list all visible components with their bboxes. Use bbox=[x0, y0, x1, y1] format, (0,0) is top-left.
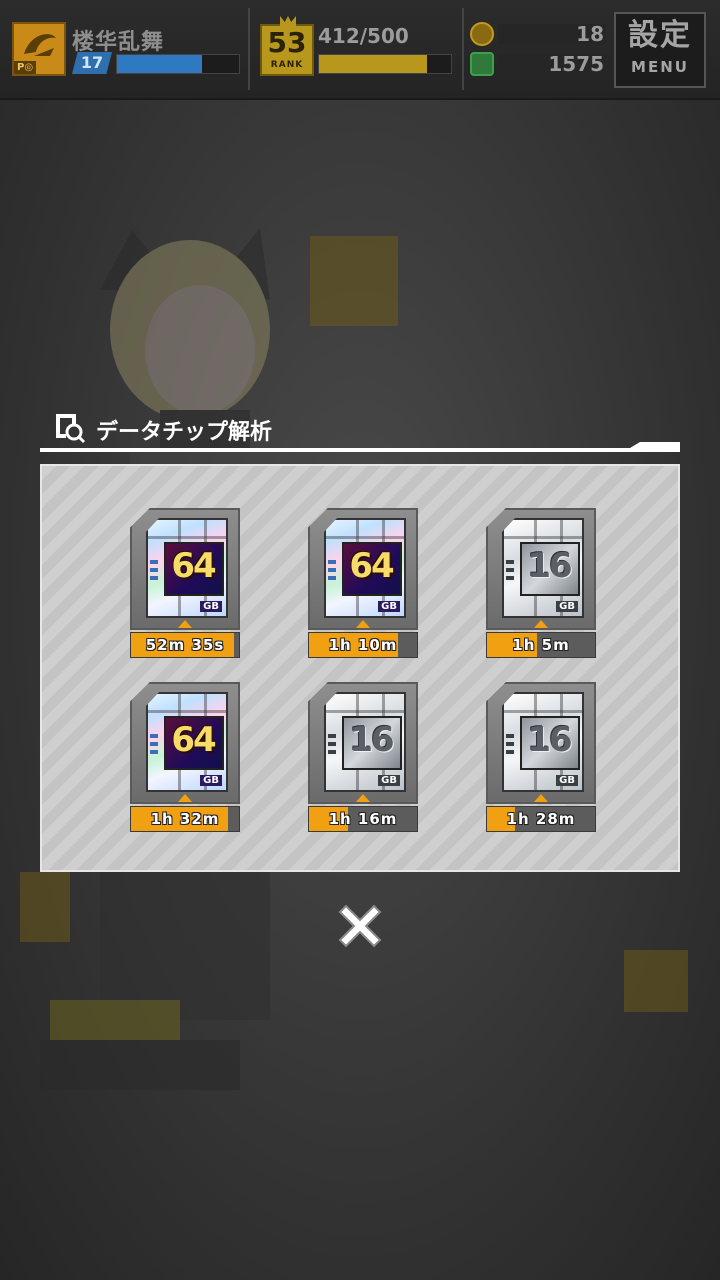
data-chip-slot[interactable]: 64 GB 52m 35s bbox=[130, 508, 240, 660]
dragon-icon bbox=[24, 34, 56, 56]
chip-unit: GB bbox=[378, 601, 400, 612]
chip-pins bbox=[328, 560, 338, 584]
chip-pins bbox=[150, 734, 160, 758]
close-button[interactable] bbox=[332, 898, 388, 954]
level-badge: 17 bbox=[72, 52, 112, 74]
chip-panel: 64 GB 52m 35s 64 GB 1h 10m 16 GB 1h 5m 6… bbox=[40, 464, 680, 872]
currency-row-coins: 18 bbox=[470, 20, 606, 48]
up-arrow-icon bbox=[178, 620, 192, 628]
player-badge: P◎ bbox=[14, 61, 37, 74]
chip-capacity: 16 bbox=[527, 720, 572, 760]
chip-grid-line bbox=[326, 710, 404, 713]
chip-timer: 1h 32m bbox=[130, 806, 240, 832]
header-underline bbox=[40, 448, 680, 452]
data-chip-card: 16 GB bbox=[324, 692, 406, 792]
up-arrow-icon bbox=[534, 620, 548, 628]
chip-capacity: 16 bbox=[349, 720, 394, 760]
rank-badge: 53 RANK bbox=[260, 16, 314, 76]
chip-grid-line bbox=[148, 710, 226, 713]
data-chip-slot[interactable]: 64 GB 1h 32m bbox=[130, 682, 240, 834]
chip-unit: GB bbox=[200, 601, 222, 612]
chip-capacity: 64 bbox=[171, 546, 216, 586]
rank-label: RANK bbox=[270, 60, 304, 70]
chip-pins bbox=[506, 560, 516, 584]
stamina-bar bbox=[318, 54, 452, 74]
chip-timer-text: 1h 5m bbox=[512, 636, 570, 654]
chip-timer: 1h 5m bbox=[486, 632, 596, 658]
chip-pins bbox=[150, 560, 160, 584]
chip-capacity: 64 bbox=[171, 720, 216, 760]
chip-grid-line bbox=[504, 536, 582, 539]
chip-timer: 1h 10m bbox=[308, 632, 418, 658]
stamina-text: 412/500 bbox=[318, 24, 409, 48]
chip-pins bbox=[506, 734, 516, 758]
up-arrow-icon bbox=[534, 794, 548, 802]
data-chip-slot[interactable]: 16 GB 1h 28m bbox=[486, 682, 596, 834]
stamina-bar-fill bbox=[319, 55, 428, 73]
chip-timer-text: 1h 10m bbox=[328, 636, 398, 654]
rank-number: 53 bbox=[267, 26, 307, 59]
chip-timer-text: 1h 28m bbox=[506, 810, 576, 828]
chip-unit: GB bbox=[200, 775, 222, 786]
data-chip-card: 64 GB bbox=[146, 692, 228, 792]
chip-timer-text: 1h 32m bbox=[150, 810, 220, 828]
gem-icon bbox=[470, 52, 494, 76]
player-name: 楼华乱舞 bbox=[72, 30, 165, 55]
dialog-header: データチップ解析 bbox=[40, 404, 680, 452]
chip-grid-line bbox=[326, 536, 404, 539]
data-chip-card: 64 GB bbox=[146, 518, 228, 618]
hud-divider bbox=[462, 8, 464, 90]
hud-divider bbox=[248, 8, 250, 90]
currency-row-gems: 1575 bbox=[470, 50, 606, 78]
chip-timer-text: 52m 35s bbox=[145, 636, 225, 654]
crown-icon bbox=[280, 16, 296, 26]
data-chip-card: 16 GB bbox=[502, 692, 584, 792]
chip-analyze-icon bbox=[56, 414, 86, 444]
chip-unit: GB bbox=[556, 601, 578, 612]
menu-button-label-en: MENU bbox=[631, 58, 689, 76]
coin-count: 18 bbox=[576, 22, 604, 46]
up-arrow-icon bbox=[356, 620, 370, 628]
chip-grid-line bbox=[504, 710, 582, 713]
gem-count: 1575 bbox=[548, 52, 604, 76]
up-arrow-icon bbox=[356, 794, 370, 802]
chip-timer: 1h 16m bbox=[308, 806, 418, 832]
chip-timer: 52m 35s bbox=[130, 632, 240, 658]
chip-pins bbox=[328, 734, 338, 758]
chip-timer: 1h 28m bbox=[486, 806, 596, 832]
data-chip-slot[interactable]: 16 GB 1h 5m bbox=[486, 508, 596, 660]
chip-capacity: 16 bbox=[527, 546, 572, 586]
background-deco bbox=[624, 950, 688, 1012]
exp-bar-fill bbox=[117, 55, 203, 73]
chip-grid-line bbox=[148, 536, 226, 539]
chip-unit: GB bbox=[378, 775, 400, 786]
data-chip-card: 64 GB bbox=[324, 518, 406, 618]
close-icon bbox=[338, 904, 382, 948]
up-arrow-icon bbox=[178, 794, 192, 802]
chip-unit: GB bbox=[556, 775, 578, 786]
menu-button-label-jp: 設定 bbox=[628, 18, 692, 53]
chip-capacity: 64 bbox=[349, 546, 394, 586]
chip-timer-text: 1h 16m bbox=[328, 810, 398, 828]
menu-button[interactable]: 設定 MENU bbox=[614, 12, 706, 88]
exp-bar bbox=[116, 54, 240, 74]
data-chip-card: 16 GB bbox=[502, 518, 584, 618]
top-hud: P◎ 楼华乱舞 17 53 RANK 412/500 18 1575 設定 ME… bbox=[0, 0, 720, 100]
data-chip-slot[interactable]: 64 GB 1h 10m bbox=[308, 508, 418, 660]
data-chip-slot[interactable]: 16 GB 1h 16m bbox=[308, 682, 418, 834]
dialog-title: データチップ解析 bbox=[96, 420, 273, 445]
player-emblem[interactable]: P◎ bbox=[12, 22, 66, 76]
coin-icon bbox=[470, 22, 494, 46]
